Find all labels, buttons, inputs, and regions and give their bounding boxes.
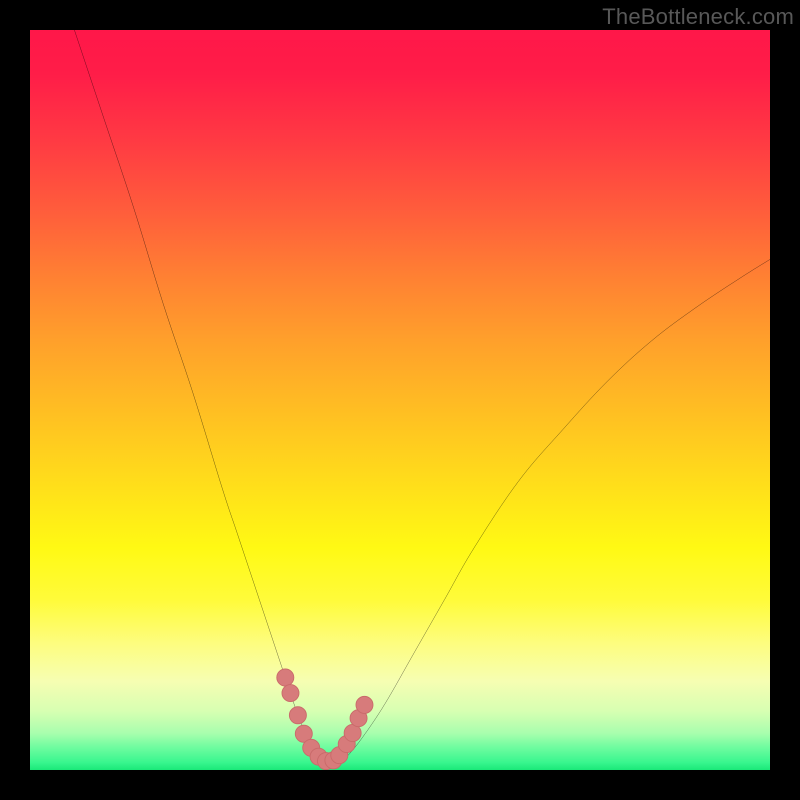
curve-layer	[30, 30, 770, 770]
plot-area	[30, 30, 770, 770]
curve-markers	[277, 669, 373, 770]
curve-marker	[282, 685, 299, 702]
curve-marker	[277, 669, 294, 686]
curve-marker	[289, 707, 306, 724]
chart-frame: TheBottleneck.com	[0, 0, 800, 800]
bottleneck-curve	[74, 30, 770, 763]
curve-marker	[356, 696, 373, 713]
watermark-text: TheBottleneck.com	[602, 4, 794, 30]
